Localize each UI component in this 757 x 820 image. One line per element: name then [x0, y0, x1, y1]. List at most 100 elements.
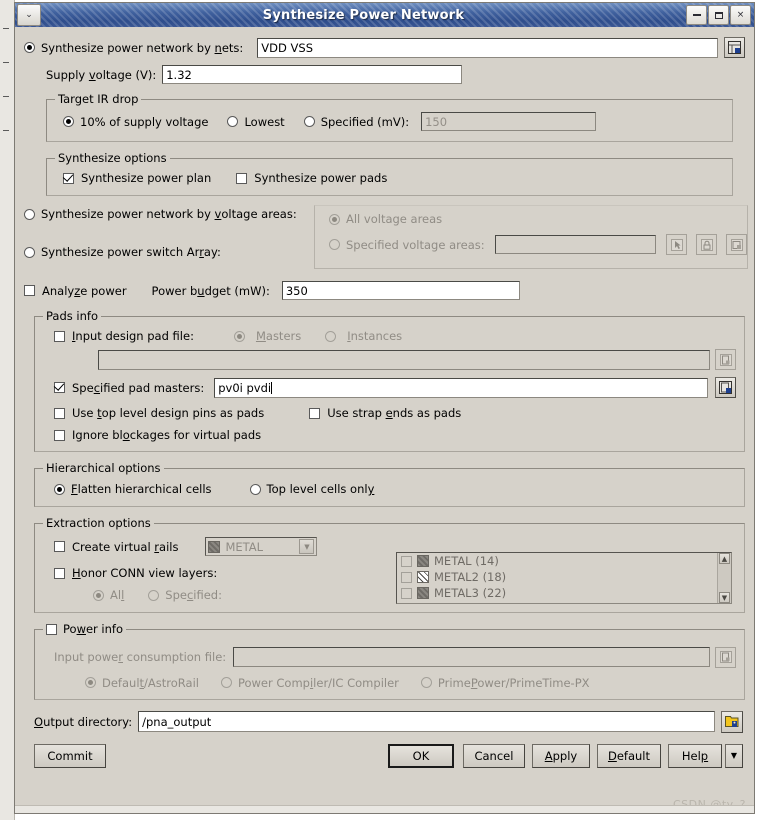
- checkbox-synthesize-power-pads[interactable]: [236, 172, 248, 184]
- power-engine-row: Default/AstroRail Power Compiler/IC Comp…: [43, 668, 736, 692]
- chevron-down-icon[interactable]: ⌄: [17, 4, 41, 26]
- dialog-client-area: Synthesize power network by nets: VDD VS…: [15, 27, 754, 813]
- checkbox-input-design-pad-file[interactable]: [54, 330, 65, 342]
- radio-power-switch-array[interactable]: [24, 246, 35, 258]
- conn-layers-listbox[interactable]: METAL (14) METAL2 (18) METAL3 (22) ▲ ▼: [396, 552, 732, 604]
- ir-specified-value: 150: [425, 114, 448, 129]
- nets-input-value: VDD VSS: [261, 40, 313, 55]
- voltage-areas-lock-button[interactable]: [696, 234, 717, 255]
- top-level-cells-only-label: Top level cells only: [266, 482, 375, 496]
- radio-power-compiler-label: Power Compiler/IC Compiler: [237, 675, 399, 690]
- radio-ir-10-percent[interactable]: [63, 116, 74, 127]
- radio-top-level-cells-only[interactable]: [249, 483, 261, 495]
- browse-icon: [730, 238, 743, 251]
- minimize-button[interactable]: [686, 5, 707, 25]
- pads-info-group: Pads info Input design pad file: Masters…: [34, 309, 745, 452]
- checkbox-power-info[interactable]: [46, 623, 57, 635]
- apply-button[interactable]: Apply: [531, 743, 590, 768]
- list-item[interactable]: METAL (14): [397, 553, 731, 569]
- checkbox-synthesize-power-plan[interactable]: [63, 172, 74, 184]
- radio-instances-label: Instances: [347, 329, 403, 343]
- specified-voltage-areas-row: Specified voltage areas:: [315, 226, 747, 255]
- window-controls: ×: [686, 5, 751, 25]
- chevron-down-icon[interactable]: ▼: [299, 539, 315, 554]
- dialog-button-bar: Commit OK Cancel Apply Default Help ▼: [24, 743, 745, 768]
- radio-flatten-hierarchical-cells[interactable]: [54, 483, 65, 495]
- title-bar: ⌄ Synthesize Power Network ×: [15, 3, 754, 27]
- radio-conn-all[interactable]: [93, 589, 104, 601]
- radio-masters[interactable]: [233, 330, 245, 342]
- radio-primepower-label: PrimePower/PrimeTime-PX: [437, 675, 590, 690]
- use-strap-ends-label: Use strap ends as pads: [327, 406, 462, 420]
- ir-specified-input[interactable]: 150: [421, 112, 597, 131]
- checkbox-honor-conn-view-layers[interactable]: [54, 567, 65, 579]
- cancel-button[interactable]: Cancel: [462, 743, 525, 768]
- power-consumption-file-input[interactable]: [233, 647, 710, 667]
- lock-icon: [700, 238, 713, 251]
- power-budget-input[interactable]: 350: [281, 281, 520, 300]
- radio-ir-lowest[interactable]: [227, 116, 239, 127]
- scroll-down-arrow-icon[interactable]: ▼: [719, 592, 730, 603]
- radio-power-compiler[interactable]: [220, 677, 232, 688]
- nets-browse-button[interactable]: [724, 37, 745, 58]
- virtual-rails-layer-combo[interactable]: METAL ▼: [205, 537, 318, 556]
- maximize-button[interactable]: [708, 5, 729, 25]
- checkbox-create-virtual-rails[interactable]: [54, 541, 65, 552]
- supply-voltage-input[interactable]: 1.32: [162, 65, 463, 84]
- list-item[interactable]: METAL3 (22): [397, 585, 731, 601]
- layer-checkbox[interactable]: [401, 571, 412, 583]
- pad-file-browse-button[interactable]: [715, 349, 736, 370]
- synthesize-options-row: Synthesize power plan Synthesize power p…: [55, 169, 724, 188]
- help-button[interactable]: Help: [668, 743, 722, 768]
- voltage-areas-pick-button[interactable]: [666, 234, 687, 255]
- ok-button[interactable]: OK: [387, 743, 454, 768]
- checkbox-specified-pad-masters[interactable]: [54, 382, 65, 393]
- radio-conn-specified-label: Specified:: [165, 588, 222, 602]
- browse-icon: [719, 353, 732, 366]
- input-design-pad-file-row: Input design pad file: Masters Instances: [43, 327, 736, 343]
- radio-primepower[interactable]: [420, 677, 432, 688]
- radio-specified-voltage-areas[interactable]: [329, 239, 340, 250]
- all-voltage-areas-row: All voltage areas: [315, 206, 747, 226]
- nets-input[interactable]: VDD VSS: [257, 37, 718, 58]
- close-button[interactable]: ×: [730, 5, 751, 25]
- checkbox-ignore-blockages[interactable]: [54, 429, 65, 441]
- checkbox-analyze-power[interactable]: [24, 285, 35, 296]
- voltage-areas-browse-button[interactable]: [726, 234, 747, 255]
- layer-checkbox[interactable]: [401, 555, 412, 567]
- more-options-button[interactable]: ▼: [725, 743, 743, 768]
- power-consumption-file-browse-button[interactable]: [715, 646, 736, 668]
- output-directory-input[interactable]: /pna_output: [138, 711, 715, 732]
- list-item[interactable]: METAL2 (18): [397, 569, 731, 585]
- layer-name: METAL3 (22): [434, 586, 507, 600]
- folder-browse-icon: [725, 716, 739, 727]
- hierarchical-options-group: Hierarchical options Flatten hierarchica…: [34, 461, 745, 507]
- radio-ir-lowest-label: Lowest: [244, 114, 285, 129]
- voltage-areas-block: Synthesize power network by voltage area…: [24, 205, 748, 279]
- hierarchical-options-legend: Hierarchical options: [46, 461, 161, 475]
- layer-swatch-icon: [208, 540, 221, 553]
- pad-file-input[interactable]: [98, 349, 710, 370]
- specified-pad-masters-browse-button[interactable]: [715, 377, 736, 398]
- radio-synthesize-by-nets[interactable]: [24, 42, 35, 53]
- specified-pad-masters-input[interactable]: pv0i pvdi: [214, 377, 708, 398]
- radio-ir-specified[interactable]: [303, 116, 315, 127]
- radio-all-voltage-areas[interactable]: [329, 213, 340, 225]
- radio-conn-specified[interactable]: [148, 589, 160, 601]
- synthesize-by-nets-label: Synthesize power network by nets:: [41, 40, 244, 55]
- specified-voltage-areas-input[interactable]: [494, 235, 656, 254]
- listbox-scrollbar[interactable]: ▲ ▼: [717, 553, 731, 603]
- radio-by-voltage-areas[interactable]: [24, 208, 35, 220]
- layer-name: METAL2 (18): [434, 570, 507, 584]
- radio-default-astrorail[interactable]: [85, 677, 96, 688]
- commit-button[interactable]: Commit: [34, 743, 106, 768]
- scroll-up-arrow-icon[interactable]: ▲: [719, 553, 730, 564]
- desktop-left-strip: [0, 0, 15, 820]
- radio-masters-label: Masters: [255, 329, 302, 343]
- radio-instances[interactable]: [325, 330, 337, 342]
- default-button[interactable]: Default: [596, 743, 661, 768]
- output-directory-browse-button[interactable]: [721, 710, 743, 733]
- checkbox-use-top-level-design-pins[interactable]: [54, 407, 65, 419]
- layer-checkbox[interactable]: [401, 587, 412, 599]
- checkbox-use-strap-ends[interactable]: [309, 407, 321, 419]
